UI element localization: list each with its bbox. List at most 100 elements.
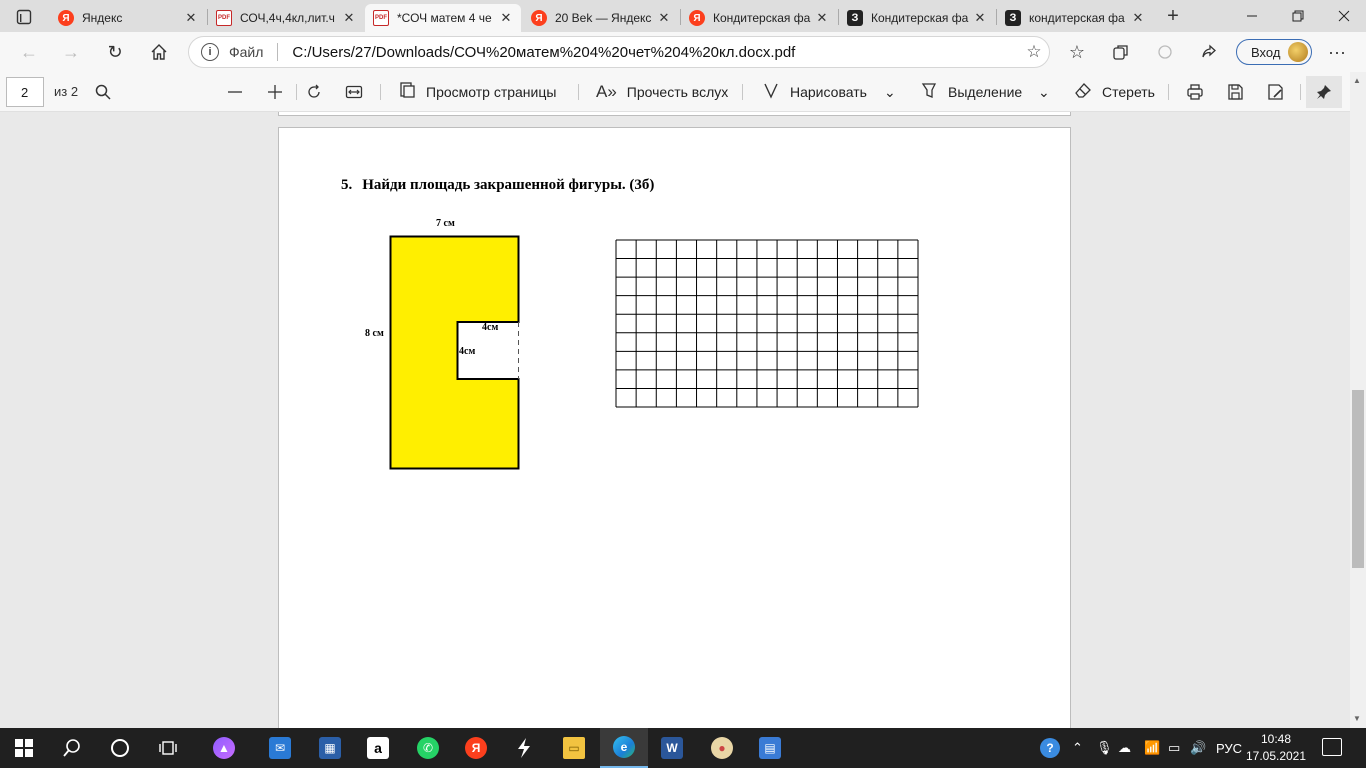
tab-title: Яндекс bbox=[82, 11, 123, 25]
previous-page bbox=[278, 112, 1071, 116]
close-window-icon[interactable] bbox=[1322, 0, 1366, 32]
rotate-icon[interactable] bbox=[305, 78, 323, 106]
tab-yandex[interactable]: Я Яндекс ✕ bbox=[50, 4, 206, 32]
info-icon[interactable]: i bbox=[201, 43, 219, 61]
mail-icon[interactable]: ✉ bbox=[256, 728, 304, 768]
calculator-icon[interactable]: ▤ bbox=[746, 728, 794, 768]
save-as-icon[interactable] bbox=[1266, 78, 1284, 106]
z-icon: З bbox=[847, 10, 863, 26]
language-indicator[interactable]: РУС bbox=[1216, 728, 1242, 768]
edge-icon[interactable]: e bbox=[600, 728, 648, 768]
tab-konditerskaya-2[interactable]: З Кондитерская фа ✕ bbox=[839, 4, 995, 32]
read-aloud-button[interactable]: A» Прочесть вслух bbox=[596, 78, 728, 106]
page-total: из 2 bbox=[54, 84, 79, 99]
tray-chevron-icon[interactable]: ⌃ bbox=[1072, 728, 1083, 768]
notifications-icon[interactable] bbox=[1322, 738, 1342, 756]
page-view-button[interactable]: Просмотр страницы bbox=[398, 78, 556, 106]
minimize-icon[interactable] bbox=[1230, 0, 1274, 32]
yandex-browser-icon[interactable]: Я bbox=[452, 728, 500, 768]
url-text[interactable]: C:/Users/27/Downloads/СОЧ%20матем%204%20… bbox=[292, 44, 1019, 61]
task-view-icon[interactable] bbox=[144, 728, 192, 768]
close-icon[interactable]: ✕ bbox=[815, 10, 829, 26]
microphone-icon[interactable]: 🎙 bbox=[1096, 728, 1113, 768]
file-explorer-icon[interactable]: ▭ bbox=[550, 728, 598, 768]
battery-icon[interactable]: ▭ bbox=[1168, 728, 1180, 768]
word-icon[interactable]: W bbox=[648, 728, 696, 768]
draw-icon bbox=[762, 81, 780, 104]
draw-options-chevron-icon[interactable]: ⌄ bbox=[884, 78, 896, 106]
avatar bbox=[1288, 42, 1308, 62]
highlight-options-chevron-icon[interactable]: ⌄ bbox=[1038, 78, 1050, 106]
read-aloud-icon: A» bbox=[596, 82, 617, 101]
home-icon[interactable] bbox=[144, 38, 174, 66]
print-icon[interactable] bbox=[1186, 78, 1204, 106]
page-view-icon bbox=[398, 81, 416, 104]
tab-20-bek[interactable]: Я 20 Bek — Яндекс ✕ bbox=[523, 4, 679, 32]
scroll-down-icon[interactable]: ▼ bbox=[1353, 714, 1361, 723]
forward-icon[interactable]: → bbox=[56, 38, 86, 66]
draw-button[interactable]: Нарисовать bbox=[762, 78, 867, 106]
search-icon[interactable] bbox=[94, 78, 112, 106]
close-icon[interactable]: ✕ bbox=[184, 10, 198, 26]
extension-icon[interactable] bbox=[1150, 38, 1180, 66]
address-bar[interactable]: i Файл C:/Users/27/Downloads/СОЧ%20матем… bbox=[188, 36, 1050, 68]
network-icon[interactable]: 📶 bbox=[1144, 728, 1160, 768]
collections-icon[interactable] bbox=[1106, 38, 1136, 66]
vertical-scrollbar[interactable]: ▲ ▼ bbox=[1350, 72, 1366, 728]
scroll-up-icon[interactable]: ▲ bbox=[1353, 76, 1361, 85]
close-icon[interactable]: ✕ bbox=[1131, 10, 1145, 26]
label-notch-width: 4см bbox=[482, 322, 499, 333]
close-icon[interactable]: ✕ bbox=[499, 10, 513, 26]
tab-title: *СОЧ матем 4 че bbox=[397, 11, 492, 25]
onedrive-icon[interactable]: ☁ bbox=[1118, 728, 1131, 768]
app-icon[interactable] bbox=[500, 728, 548, 768]
restore-icon[interactable] bbox=[1276, 0, 1320, 32]
pin-toolbar-icon[interactable] bbox=[1306, 76, 1342, 108]
amazon-icon[interactable]: a bbox=[354, 728, 402, 768]
add-favorite-icon[interactable]: ☆ bbox=[1019, 42, 1049, 62]
clock[interactable]: 10:48 17.05.2021 bbox=[1244, 731, 1308, 765]
alice-icon[interactable]: ▲ bbox=[200, 728, 248, 768]
tab-soch-matem[interactable]: PDF *СОЧ матем 4 че ✕ bbox=[365, 4, 521, 32]
more-menu-icon[interactable]: ··· bbox=[1322, 38, 1352, 66]
zoom-out-icon[interactable] bbox=[226, 78, 244, 106]
tab-konditerskaya-3[interactable]: З кондитерская фа ✕ bbox=[997, 4, 1153, 32]
store-icon[interactable]: ▦ bbox=[306, 728, 354, 768]
save-icon[interactable] bbox=[1226, 78, 1244, 106]
task-heading: 5. Найди площадь закрашенной фигуры. (3б) bbox=[341, 177, 654, 194]
task-text: Найди площадь закрашенной фигуры. (3б) bbox=[362, 177, 655, 193]
tab-soch-lit[interactable]: PDF СОЧ,4ч,4кл,лит.ч ✕ bbox=[208, 4, 364, 32]
whatsapp-icon[interactable]: ✆ bbox=[404, 728, 452, 768]
cortana-icon[interactable] bbox=[96, 728, 144, 768]
tab-title: 20 Bek — Яндекс bbox=[555, 11, 652, 25]
share-icon[interactable] bbox=[1194, 38, 1224, 66]
paint-icon[interactable]: ● bbox=[698, 728, 746, 768]
highlight-icon bbox=[920, 81, 938, 104]
erase-button[interactable]: Стереть bbox=[1074, 78, 1155, 106]
tab-title: СОЧ,4ч,4кл,лит.ч bbox=[240, 11, 335, 25]
pdf-icon: PDF bbox=[373, 10, 389, 26]
tab-konditerskaya-1[interactable]: Я Кондитерская фа ✕ bbox=[681, 4, 837, 32]
search-icon[interactable] bbox=[48, 728, 96, 768]
scrollbar-thumb[interactable] bbox=[1352, 390, 1364, 568]
pdf-viewer[interactable]: 5. Найди площадь закрашенной фигуры. (3б)… bbox=[0, 112, 1350, 728]
fit-width-icon[interactable] bbox=[345, 78, 363, 106]
highlight-button[interactable]: Выделение bbox=[920, 78, 1022, 106]
favorites-icon[interactable]: ☆ bbox=[1062, 38, 1092, 66]
taskbar: ▲ ✉ ▦ a ✆ Я ▭ e W ● ▤ ? ⌃ 🎙 ☁ 📶 ▭ 🔊 РУС … bbox=[0, 728, 1366, 768]
start-button[interactable] bbox=[0, 728, 48, 768]
answer-grid bbox=[615, 239, 919, 408]
tab-actions-icon[interactable] bbox=[8, 6, 40, 28]
close-icon[interactable]: ✕ bbox=[342, 10, 356, 26]
new-tab-icon[interactable]: + bbox=[1162, 6, 1184, 28]
zoom-in-icon[interactable] bbox=[266, 78, 284, 106]
page-number-input[interactable]: 2 bbox=[6, 77, 44, 107]
refresh-icon[interactable]: ↻ bbox=[100, 38, 130, 66]
volume-icon[interactable]: 🔊 bbox=[1190, 728, 1206, 768]
close-icon[interactable]: ✕ bbox=[657, 10, 671, 26]
sign-in-button[interactable]: Вход bbox=[1236, 39, 1312, 65]
yandex-icon: Я bbox=[58, 10, 74, 26]
back-icon[interactable]: ← bbox=[14, 38, 44, 66]
help-icon[interactable]: ? bbox=[1040, 728, 1060, 768]
close-icon[interactable]: ✕ bbox=[973, 10, 987, 26]
